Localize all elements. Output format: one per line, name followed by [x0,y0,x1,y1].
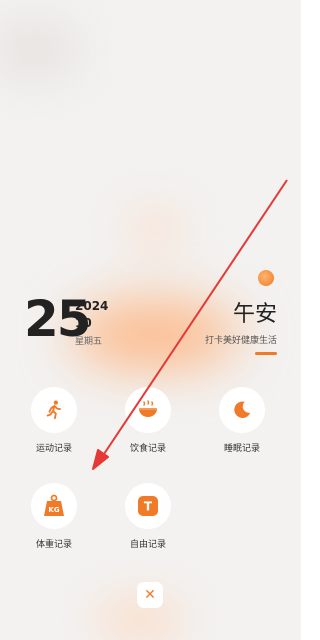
exercise-icon-circle[interactable] [31,387,77,433]
weight-icon-text: KG [48,506,59,514]
sleep-icon-circle[interactable] [219,387,265,433]
sun-orb-icon [258,270,274,286]
diet-record-label: 饮食记录 [129,444,166,454]
custom-record-button[interactable]: T 自由记录 [108,483,188,550]
exercise-record-button[interactable]: 运动记录 [14,387,94,454]
greeting-underline [255,352,277,355]
sleep-record-label: 睡眠记录 [223,444,260,454]
moon-icon [234,401,251,418]
weight-record-button[interactable]: KG 体重记录 [14,483,94,550]
annotation-arrow-head [92,449,109,470]
t-letter-icon: T [138,496,158,516]
close-button[interactable]: ✕ [137,582,163,608]
sleep-record-button[interactable]: 睡眠记录 [202,387,282,454]
weight-record-label: 体重记录 [35,540,72,550]
background-blur [0,20,80,80]
diet-record-button[interactable]: 饮食记录 [108,387,188,454]
record-menu-screen: 25 2024 10 星期五 午安 打卡美好健康生活 运动记录 饮食记录 睡眠记… [0,0,301,640]
close-icon: ✕ [144,587,156,603]
diet-icon-circle[interactable] [125,387,171,433]
food-bowl-icon [139,400,157,417]
date-year: 2024 [75,299,109,313]
exercise-record-label: 运动记录 [35,444,72,454]
custom-record-label: 自由记录 [129,540,166,550]
running-person-icon [46,400,61,420]
greeting-subtitle: 打卡美好健康生活 [204,336,277,346]
custom-icon-text: T [144,500,153,514]
greeting-title: 午安 [232,302,277,327]
weight-icon-circle[interactable]: KG [31,483,77,529]
custom-icon-circle[interactable]: T [125,483,171,529]
background-blur [125,205,185,255]
date-month: 10 [75,316,92,330]
weight-kg-icon: KG [44,494,64,516]
date-weekday: 星期五 [75,337,103,347]
